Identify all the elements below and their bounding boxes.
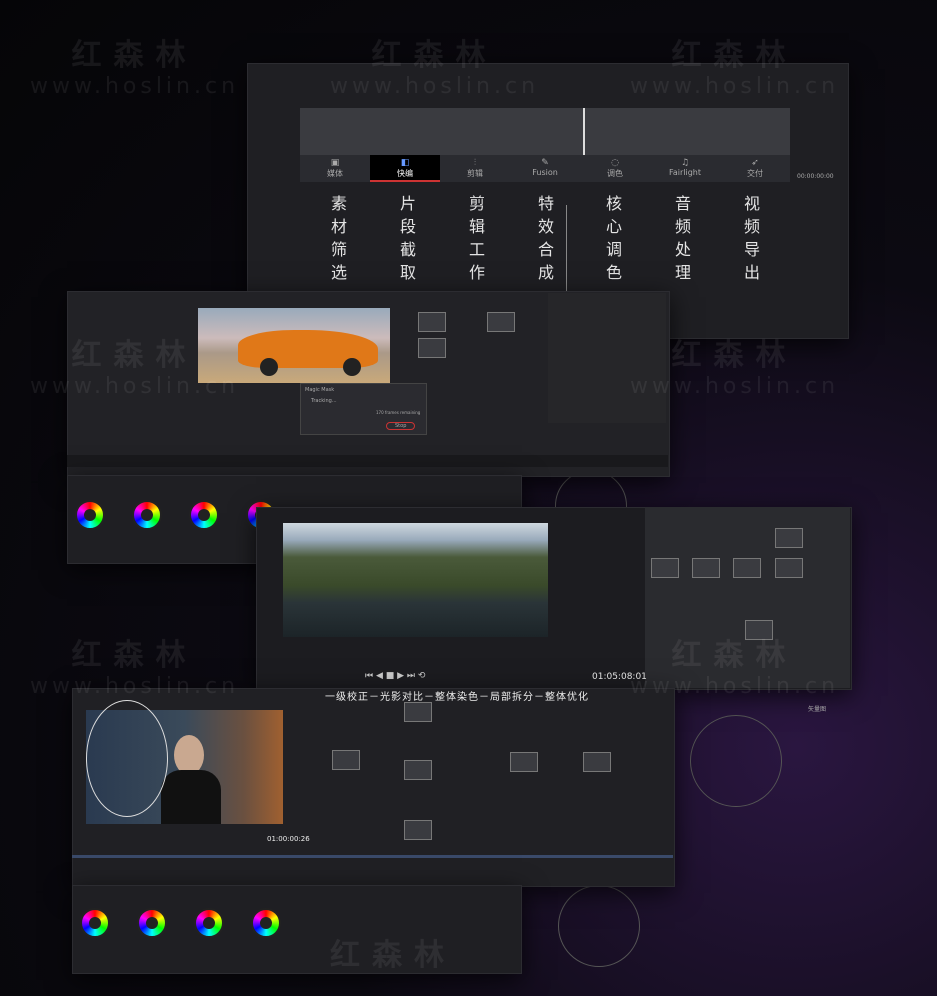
magic-mask-dialog: Magic Mask Tracking... 170 frames remain… [300,383,427,435]
effects-list [548,293,666,423]
transport-controls[interactable]: ⏮ ◀ ■ ▶ ⏭ ⟲ [365,671,425,681]
timeline-playhead [566,205,567,295]
media-icon: ▣ [330,158,340,168]
scope-label[interactable]: 矢量图 [808,704,826,713]
tab-edit[interactable]: ⫶ 剪辑 [440,155,510,182]
color-wheel[interactable] [132,500,162,530]
tab-fusion[interactable]: ✎ Fusion [510,155,580,182]
viewer-area [300,108,790,155]
node[interactable] [651,558,679,578]
feature-label: 素材筛选 [331,194,348,282]
feature-label: 音频处理 [675,194,692,282]
node[interactable] [583,752,611,772]
node[interactable] [404,760,432,780]
feature-label: 特效合成 [538,194,555,282]
feature-label: 核心调色 [606,194,623,282]
watermark: 红森林www.hoslin.cn [30,38,240,99]
lake-image [283,523,548,637]
fusion-icon: ✎ [541,158,549,168]
node[interactable] [775,558,803,578]
page-tabs: ▣ 媒体 ◧ 快编 ⫶ 剪辑 ✎ Fusion ◌ 调色 ♫ Fairlight ➶ 交付 [300,155,790,182]
color-wheel[interactable] [189,500,219,530]
vectorscope [558,885,640,967]
timecode: 01:05:08:01 [592,672,647,682]
tab-media[interactable]: ▣ 媒体 [300,155,370,182]
playhead[interactable] [583,108,585,155]
node[interactable] [692,558,720,578]
edit-icon: ⫶ [473,158,477,168]
color-wheel[interactable] [80,908,110,938]
color-wheel[interactable] [137,908,167,938]
tab-deliver[interactable]: ➶ 交付 [720,155,790,182]
node[interactable] [404,820,432,840]
node[interactable] [745,620,773,640]
node[interactable] [510,752,538,772]
node[interactable] [418,338,446,358]
music-note-icon: ♫ [680,158,690,168]
feature-label: 视频导出 [744,194,761,282]
toolbar [67,455,668,467]
workflow-caption: 一级校正－光影对比－整体染色－局部拆分－整体优化 [325,692,589,703]
timecode: 00:00:00:00 [797,173,834,180]
node-graph [645,507,850,688]
rocket-icon: ➶ [751,158,759,168]
node[interactable] [404,702,432,722]
node[interactable] [487,312,515,332]
stop-button[interactable]: Stop [386,422,416,430]
color-wheel[interactable] [251,908,281,938]
car-image [198,308,390,383]
tab-fairlight[interactable]: ♫ Fairlight [650,155,720,182]
color-wheel[interactable] [75,500,105,530]
node[interactable] [332,750,360,770]
color-wheel[interactable] [194,908,224,938]
feature-label: 片段截取 [400,194,417,282]
timeline-track[interactable] [72,855,673,858]
node[interactable] [733,558,761,578]
color-icon: ◌ [611,158,619,168]
vectorscope [690,715,782,807]
cut-icon: ◧ [400,158,410,168]
portrait-image [86,700,283,824]
tab-color[interactable]: ◌ 调色 [580,155,650,182]
feature-label: 剪辑工作 [469,194,486,282]
node[interactable] [775,528,803,548]
tab-cut[interactable]: ◧ 快编 [370,155,440,182]
timecode: 01:00:00:26 [267,835,310,843]
node[interactable] [418,312,446,332]
